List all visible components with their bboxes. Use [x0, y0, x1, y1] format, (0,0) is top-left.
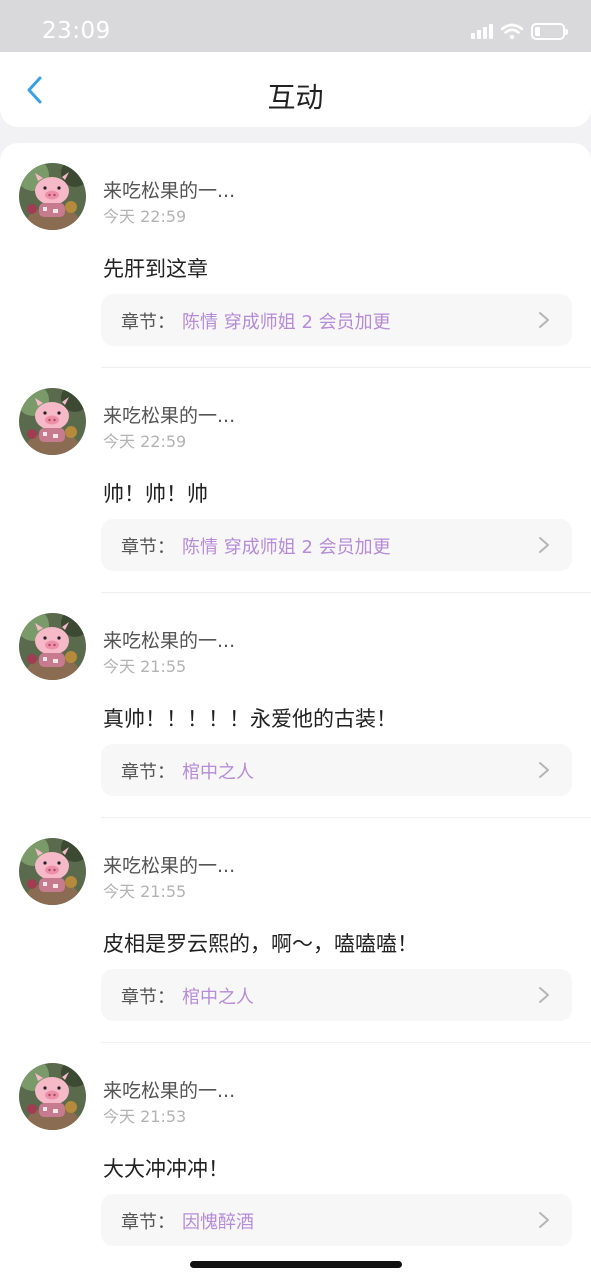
- comment-item: 来吃松果的一... 今天 21:55 真帅！！！！！永爱他的古装！ 章节： 棺中…: [0, 593, 591, 818]
- comment-item: 来吃松果的一... 今天 22:59 先肝到这章 章节： 陈情 穿成师姐 2 会…: [0, 143, 591, 368]
- wifi-icon: [501, 23, 523, 39]
- comment-item: 来吃松果的一... 今天 22:59 帅！帅！帅 章节： 陈情 穿成师姐 2 会…: [0, 368, 591, 593]
- nav-bar: 互动: [0, 52, 591, 127]
- avatar[interactable]: [19, 838, 86, 905]
- comment-text: 大大冲冲冲！: [103, 1157, 229, 1181]
- comment-text: 帅！帅！帅: [103, 482, 208, 506]
- home-indicator[interactable]: [190, 1261, 402, 1268]
- comment-time: 今天 21:55: [103, 882, 187, 901]
- chevron-right-icon: [538, 986, 550, 1004]
- chapter-title: 陈情 穿成师姐 2 会员加更: [182, 312, 391, 333]
- username[interactable]: 来吃松果的一...: [103, 401, 235, 428]
- chapter-link[interactable]: 章节： 棺中之人: [101, 969, 572, 1021]
- chapter-label: 章节：: [121, 1212, 175, 1233]
- comment-time: 今天 22:59: [103, 432, 187, 451]
- chevron-right-icon: [538, 536, 550, 554]
- chapter-link[interactable]: 章节： 因愧醉酒: [101, 1194, 572, 1246]
- chapter-link[interactable]: 章节： 陈情 穿成师姐 2 会员加更: [101, 294, 572, 346]
- comment-time: 今天 21:53: [103, 1107, 187, 1126]
- username[interactable]: 来吃松果的一...: [103, 176, 235, 203]
- chapter-link[interactable]: 章节： 棺中之人: [101, 744, 572, 796]
- chapter-title: 棺中之人: [182, 762, 254, 783]
- avatar[interactable]: [19, 388, 86, 455]
- status-icons: [471, 20, 568, 42]
- signal-icon: [471, 23, 493, 39]
- chapter-link[interactable]: 章节： 陈情 穿成师姐 2 会员加更: [101, 519, 572, 571]
- comment-time: 今天 21:55: [103, 657, 187, 676]
- username[interactable]: 来吃松果的一...: [103, 626, 235, 653]
- chevron-right-icon: [538, 311, 550, 329]
- username[interactable]: 来吃松果的一...: [103, 1076, 235, 1103]
- status-bar: 23:09: [0, 0, 591, 52]
- username[interactable]: 来吃松果的一...: [103, 851, 235, 878]
- comment-item: 来吃松果的一... 今天 21:53 大大冲冲冲！ 章节： 因愧醉酒: [0, 1043, 591, 1268]
- comment-text: 皮相是罗云熙的，啊～，嗑嗑嗑！: [103, 932, 418, 956]
- chapter-title: 棺中之人: [182, 987, 254, 1008]
- chapter-label: 章节：: [121, 312, 175, 333]
- battery-icon: [531, 22, 568, 40]
- chevron-right-icon: [538, 1211, 550, 1229]
- comment-text: 真帅！！！！！永爱他的古装！: [103, 707, 397, 731]
- page-title: 互动: [267, 81, 324, 114]
- avatar[interactable]: [19, 1063, 86, 1130]
- chapter-label: 章节：: [121, 537, 175, 558]
- status-time: 23:09: [42, 18, 111, 44]
- chevron-right-icon: [538, 761, 550, 779]
- chapter-label: 章节：: [121, 987, 175, 1008]
- chapter-title: 因愧醉酒: [182, 1212, 254, 1233]
- comment-item: 来吃松果的一... 今天 21:55 皮相是罗云熙的，啊～，嗑嗑嗑！ 章节： 棺…: [0, 818, 591, 1043]
- chapter-title: 陈情 穿成师姐 2 会员加更: [182, 537, 391, 558]
- avatar[interactable]: [19, 613, 86, 680]
- comment-time: 今天 22:59: [103, 207, 187, 226]
- chapter-label: 章节：: [121, 762, 175, 783]
- comment-text: 先肝到这章: [103, 257, 208, 281]
- avatar[interactable]: [19, 163, 86, 230]
- comment-list: 来吃松果的一... 今天 22:59 先肝到这章 章节： 陈情 穿成师姐 2 会…: [0, 143, 591, 1280]
